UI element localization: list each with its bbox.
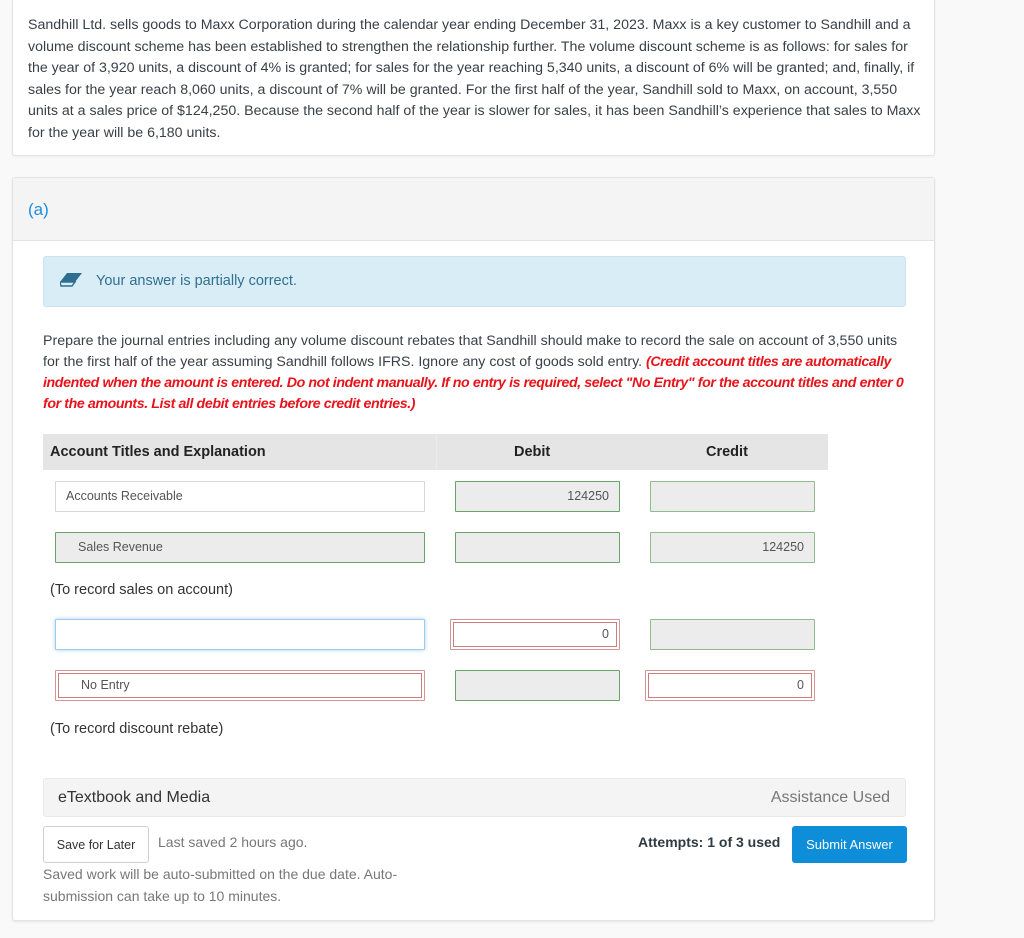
entry-caption: (To record sales on account)	[50, 582, 233, 598]
account-title-input[interactable]: Sales Revenue	[55, 532, 425, 563]
instructions: Prepare the journal entries including an…	[43, 331, 913, 415]
account-title-input[interactable]	[55, 619, 425, 650]
answer-status-banner: Your answer is partially correct.	[43, 256, 906, 307]
status-text: Your answer is partially correct.	[96, 273, 297, 289]
part-header: (a)	[13, 178, 934, 241]
submit-answer-button[interactable]: Submit Answer	[792, 826, 907, 863]
etextbook-media-link[interactable]: eTextbook and Media	[58, 789, 210, 807]
attempts-counter: Attempts: 1 of 3 used	[638, 834, 781, 850]
assistance-used-label: Assistance Used	[770, 789, 890, 806]
debit-input[interactable]: 0	[450, 619, 620, 650]
auto-submit-note: Saved work will be auto-submitted on the…	[43, 866, 398, 904]
credit-input[interactable]: 0	[645, 670, 815, 701]
credit-input[interactable]: 124250	[650, 532, 815, 563]
header-account-titles: Account Titles and Explanation	[50, 444, 266, 460]
debit-input[interactable]	[455, 670, 620, 701]
credit-input[interactable]	[650, 481, 815, 512]
journal-table-header: Account Titles and Explanation Debit Cre…	[43, 434, 828, 470]
last-saved-text: Last saved 2 hours ago.	[158, 834, 308, 850]
credit-input[interactable]	[650, 619, 815, 650]
part-a-card: (a) Your answer is partially correct. Pr…	[12, 177, 935, 921]
eraser-icon	[60, 273, 82, 287]
header-divider	[436, 434, 437, 470]
entry-caption: (To record discount rebate)	[50, 721, 224, 737]
problem-card: Sandhill Ltd. sells goods to Maxx Corpor…	[12, 0, 935, 156]
problem-statement: Sandhill Ltd. sells goods to Maxx Corpor…	[28, 17, 921, 141]
debit-input[interactable]: 124250	[455, 481, 620, 512]
account-title-input[interactable]: No Entry	[55, 670, 425, 701]
part-label: (a)	[28, 200, 49, 219]
save-for-later-button[interactable]: Save for Later	[43, 826, 149, 863]
header-debit: Debit	[514, 444, 551, 460]
account-title-input[interactable]: Accounts Receivable	[55, 481, 425, 512]
header-credit: Credit	[706, 444, 748, 460]
etextbook-media-bar[interactable]: eTextbook and Media Assistance Used	[43, 778, 906, 817]
debit-input[interactable]	[455, 532, 620, 563]
